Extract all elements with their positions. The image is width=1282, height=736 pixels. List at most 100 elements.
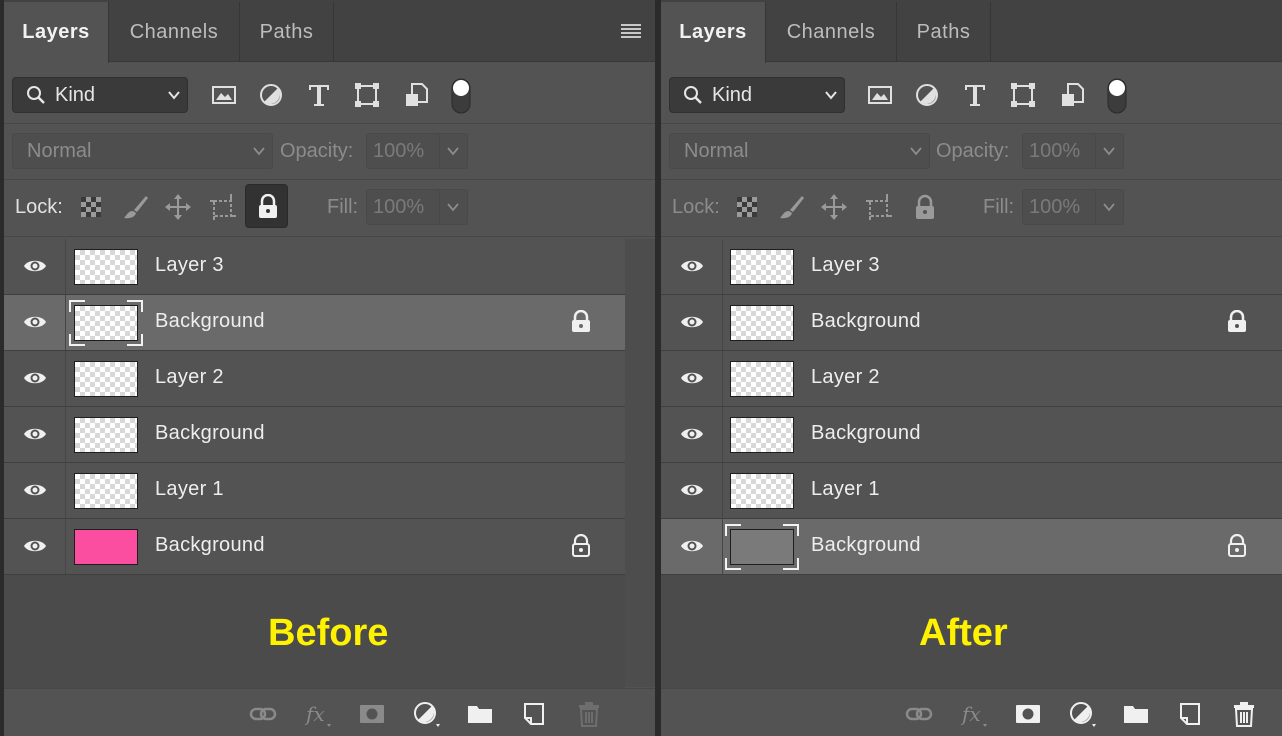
tab-layers[interactable]: Layers <box>661 2 766 63</box>
lock-image-pixels-icon[interactable] <box>122 193 150 221</box>
layer-row[interactable]: Layer 3 <box>4 239 625 295</box>
link-layers-icon[interactable] <box>905 700 933 728</box>
layer-row[interactable]: Layer 3 <box>661 239 1282 295</box>
group-folder-icon[interactable] <box>1122 700 1150 728</box>
layer-row[interactable]: Layer 2 <box>661 351 1282 407</box>
new-layer-icon[interactable] <box>1176 700 1204 728</box>
opacity-dropdown[interactable] <box>1096 133 1124 169</box>
visibility-toggle[interactable] <box>4 463 66 518</box>
chevron-down-icon <box>1103 147 1115 156</box>
trash-icon[interactable] <box>1230 700 1258 728</box>
tab-paths[interactable]: Paths <box>240 2 334 62</box>
selection-bracket <box>127 334 143 346</box>
chevron-down-icon <box>825 91 837 100</box>
shape-filter-icon[interactable] <box>354 82 380 108</box>
blend-mode-select[interactable]: Normal <box>669 133 930 169</box>
tab-paths[interactable]: Paths <box>897 2 991 62</box>
layer-name: Layer 2 <box>811 366 880 388</box>
layer-row[interactable]: Background <box>4 519 625 575</box>
layer-row[interactable]: Layer 1 <box>661 463 1282 519</box>
layer-row-selected[interactable]: Background <box>4 295 625 351</box>
lock-all-button[interactable] <box>245 184 288 228</box>
visibility-toggle[interactable] <box>4 351 66 406</box>
fx-icon[interactable]: fx <box>304 700 332 728</box>
smart-object-filter-icon[interactable] <box>1060 82 1086 108</box>
lock-icon[interactable] <box>570 534 592 558</box>
lock-transparent-pixels-icon[interactable] <box>733 193 761 221</box>
opacity-dropdown[interactable] <box>440 133 468 169</box>
visibility-toggle[interactable] <box>661 519 723 574</box>
layer-row-selected[interactable]: Background <box>661 519 1282 575</box>
adjustment-layer-icon[interactable] <box>1068 700 1096 728</box>
before-caption: Before <box>268 612 389 654</box>
lock-icon[interactable] <box>1226 310 1248 334</box>
panel-menu-icon[interactable] <box>621 24 641 38</box>
kind-filter-select[interactable]: Kind <box>12 77 188 113</box>
lock-icon[interactable] <box>1226 534 1248 558</box>
layer-name: Background <box>155 534 265 556</box>
visibility-toggle[interactable] <box>661 407 723 462</box>
kind-filter-label: Kind <box>712 84 753 106</box>
selection-bracket <box>725 524 741 536</box>
lock-position-icon[interactable] <box>164 193 192 221</box>
layer-row[interactable]: Background <box>661 295 1282 351</box>
link-layers-icon[interactable] <box>249 700 277 728</box>
image-filter-icon[interactable] <box>211 82 237 108</box>
tab-bar: Layers Channels Paths <box>661 0 1282 63</box>
smart-object-filter-icon[interactable] <box>404 82 430 108</box>
lock-all-icon[interactable] <box>911 193 939 221</box>
fill-input[interactable]: 100% <box>1022 189 1096 225</box>
group-folder-icon[interactable] <box>466 700 494 728</box>
lock-icon[interactable] <box>570 310 592 334</box>
layer-row[interactable]: Background <box>661 407 1282 463</box>
layers-panel-after: Layers Channels Paths Kind Normal Opacit… <box>661 0 1282 736</box>
filter-toggle-icon[interactable] <box>451 78 471 114</box>
layer-mask-icon[interactable] <box>358 700 386 728</box>
tab-channels[interactable]: Channels <box>766 2 897 62</box>
layer-row[interactable]: Layer 1 <box>4 463 625 519</box>
visibility-toggle[interactable] <box>661 239 723 294</box>
visibility-toggle[interactable] <box>4 295 66 350</box>
visibility-toggle[interactable] <box>661 351 723 406</box>
new-layer-icon[interactable] <box>520 700 548 728</box>
layer-thumbnail <box>730 305 794 341</box>
shape-filter-icon[interactable] <box>1010 82 1036 108</box>
fx-icon[interactable]: fx <box>960 700 988 728</box>
opacity-input[interactable]: 100% <box>1022 133 1096 169</box>
fill-dropdown[interactable] <box>440 189 468 225</box>
fill-input[interactable]: 100% <box>366 189 440 225</box>
adjustment-filter-icon[interactable] <box>258 82 284 108</box>
trash-icon[interactable] <box>575 700 603 728</box>
filter-toggle-icon[interactable] <box>1107 78 1127 114</box>
lock-position-icon[interactable] <box>820 193 848 221</box>
fill-label: Fill: <box>983 196 1015 218</box>
visibility-toggle[interactable] <box>661 463 723 518</box>
tab-channels[interactable]: Channels <box>109 2 240 62</box>
blend-mode-select[interactable]: Normal <box>12 133 273 169</box>
layer-row[interactable]: Background <box>4 407 625 463</box>
layer-mask-icon[interactable] <box>1014 700 1042 728</box>
tab-layers[interactable]: Layers <box>4 2 109 63</box>
fill-dropdown[interactable] <box>1096 189 1124 225</box>
opacity-label: Opacity: <box>280 140 354 162</box>
lock-transparent-pixels-icon[interactable] <box>77 193 105 221</box>
visibility-toggle[interactable] <box>4 407 66 462</box>
adjustment-filter-icon[interactable] <box>914 82 940 108</box>
eye-icon <box>24 260 46 272</box>
layer-row[interactable]: Layer 2 <box>4 351 625 407</box>
visibility-toggle[interactable] <box>661 295 723 350</box>
type-filter-icon[interactable] <box>962 82 988 108</box>
opacity-input[interactable]: 100% <box>366 133 440 169</box>
kind-filter-select[interactable]: Kind <box>669 77 845 113</box>
image-filter-icon[interactable] <box>867 82 893 108</box>
eye-icon <box>681 428 703 440</box>
visibility-toggle[interactable] <box>4 239 66 294</box>
visibility-toggle[interactable] <box>4 519 66 574</box>
layers-scrollbar[interactable] <box>625 239 655 687</box>
lock-artboard-icon[interactable] <box>209 193 237 221</box>
type-filter-icon[interactable] <box>306 82 332 108</box>
lock-artboard-icon[interactable] <box>865 193 893 221</box>
layer-thumbnail <box>74 361 138 397</box>
lock-image-pixels-icon[interactable] <box>778 193 806 221</box>
adjustment-layer-icon[interactable] <box>412 700 440 728</box>
